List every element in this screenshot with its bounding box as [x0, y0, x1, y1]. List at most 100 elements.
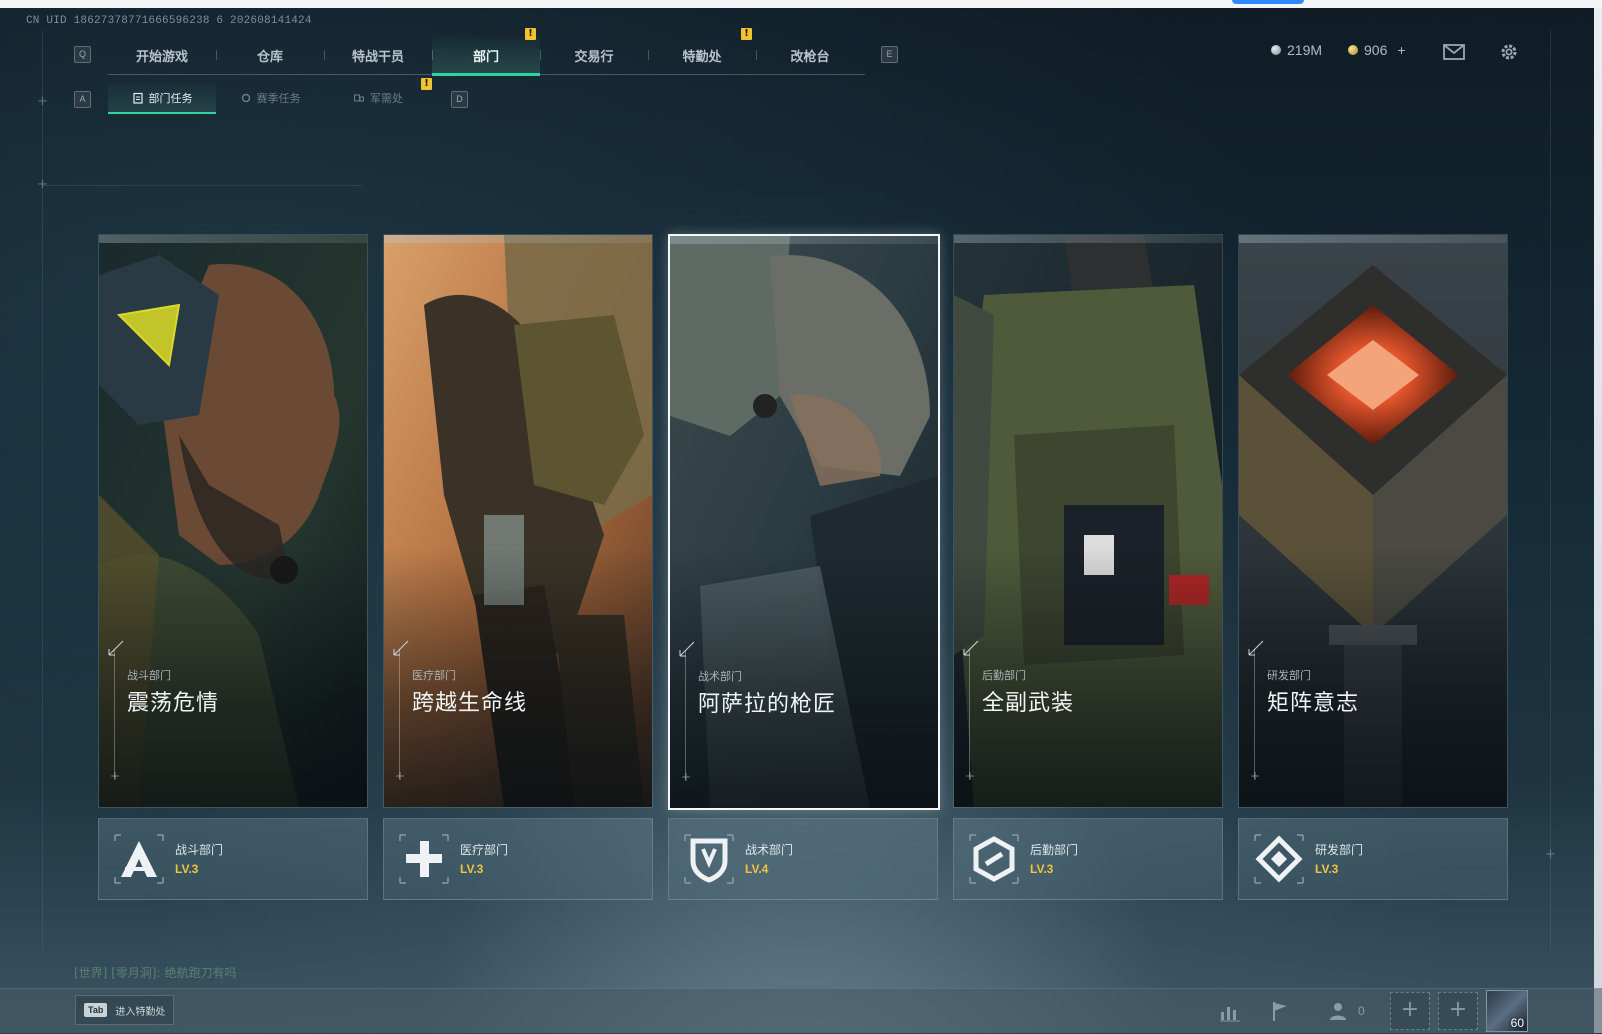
flag-icon[interactable] [1268, 999, 1292, 1023]
card-title: 阿萨拉的枪匠 [698, 692, 837, 717]
expand-icon [1248, 640, 1264, 656]
tab-operators[interactable]: 特战干员 [324, 36, 432, 74]
dept-level: LV.3 [1030, 862, 1054, 876]
card-title: 跨越生命线 [412, 691, 528, 716]
mail-icon[interactable] [1443, 41, 1465, 63]
supply-icon [354, 94, 364, 102]
party-slot-2[interactable]: + [1438, 992, 1478, 1030]
dept-level-tactical[interactable]: 战术部门 LV.4 [668, 818, 938, 900]
tab-trading[interactable]: 交易行 [540, 36, 648, 74]
tab-departments[interactable]: 部门 ! [432, 28, 540, 76]
subtab-season-tasks-label: 赛季任务 [256, 92, 301, 105]
world-chat-line[interactable]: [世界] [零月洞]: 绝航跑刀有吗 [74, 964, 236, 981]
window-right-edge [1594, 8, 1602, 1033]
tab-warehouse[interactable]: 仓库 [216, 36, 324, 74]
subtab-season-tasks[interactable]: 赛季任务 [216, 82, 324, 114]
card-header-strip [954, 235, 1222, 243]
tab-gunsmith[interactable]: 改枪台 [756, 36, 864, 74]
deco-cross: + [37, 94, 48, 109]
gold-amount: 906 [1364, 42, 1388, 58]
card-category: 战斗部门 [127, 669, 171, 682]
dept-level-combat[interactable]: 战斗部门 LV.3 [98, 818, 368, 900]
card-title: 全副武装 [982, 691, 1075, 716]
card-vline [969, 649, 970, 779]
party-slot-1[interactable]: + [1390, 992, 1430, 1030]
deco-line-right [1550, 30, 1551, 950]
dept-name: 战术部门 [745, 843, 794, 857]
uid-label: CN UID 18627378771666596238 6 2026081414… [26, 15, 312, 27]
dept-level-medical[interactable]: 医疗部门 LV.3 [383, 818, 653, 900]
dept-level: LV.4 [745, 862, 769, 876]
dept-level-logistics[interactable]: 后勤部门 LV.3 [953, 818, 1223, 900]
party-button[interactable]: 0 [1328, 999, 1365, 1023]
clipboard-icon [132, 92, 143, 104]
avatar-level: 60 [1510, 1016, 1524, 1030]
silver-coin-icon [1271, 45, 1281, 55]
dept-level: LV.3 [175, 862, 199, 876]
next-tab-key[interactable]: E [881, 46, 898, 63]
tab-departments-label: 部门 [472, 49, 499, 65]
card-header-strip [1239, 235, 1507, 243]
chat-channel: [世界] [74, 966, 108, 980]
dept-card-medical[interactable]: 医疗部门 跨越生命线 + [383, 234, 653, 808]
user-icon [1330, 1003, 1346, 1020]
card-category: 医疗部门 [412, 669, 456, 682]
avatar[interactable]: 60 [1486, 990, 1528, 1032]
tab-special-ops[interactable]: 特勤处 ! [648, 28, 756, 74]
silver-amount: 219M [1287, 42, 1323, 58]
gold-coin-icon [1348, 45, 1358, 55]
card-vline [685, 650, 686, 780]
dept-name: 战斗部门 [175, 843, 224, 857]
add-currency-button[interactable]: + [1397, 42, 1405, 58]
deco-line-left [42, 30, 43, 950]
subtab-quartermaster-label: 军需处 [370, 92, 403, 105]
tactical-dept-icon [684, 834, 734, 884]
dept-level-research[interactable]: 研发部门 LV.3 [1238, 818, 1508, 900]
card-vline [399, 649, 400, 779]
next-subtab-key[interactable]: D [451, 91, 468, 108]
dept-card-combat[interactable]: 战斗部门 震荡危情 + [98, 234, 368, 808]
sub-tab-bar: 部门任务 赛季任务 军需处 ! [108, 78, 436, 114]
alert-icon: ! [525, 28, 536, 40]
tab-hint-text: 进入特勤处 [115, 1006, 166, 1018]
gold-currency[interactable]: 906 + [1348, 42, 1406, 58]
enter-special-ops-hint[interactable]: Tab 进入特勤处 [75, 995, 175, 1025]
card-header-strip [670, 236, 938, 244]
silver-currency[interactable]: 219M [1271, 42, 1322, 58]
research-dept-icon [1254, 834, 1304, 884]
subtab-quartermaster[interactable]: 军需处 ! [324, 78, 432, 114]
card-plus-mark: + [110, 769, 121, 783]
tab-special-ops-label: 特勤处 [682, 49, 722, 65]
card-plus-mark: + [965, 769, 976, 783]
subtab-dept-tasks[interactable]: 部门任务 [108, 82, 216, 114]
tab-start-game[interactable]: 开始游戏 [108, 36, 216, 74]
tab-key: Tab [84, 1003, 108, 1017]
prev-subtab-key[interactable]: A [74, 91, 91, 108]
dept-name: 医疗部门 [460, 843, 509, 857]
party-count: 0 [1358, 1004, 1365, 1018]
card-category: 后勤部门 [982, 669, 1026, 682]
subtab-dept-tasks-label: 部门任务 [148, 92, 193, 105]
main-tab-bar: 开始游戏 仓库 特战干员 部门 ! 交易行 特勤处 ! 改枪台 [108, 28, 865, 76]
expand-icon [963, 640, 979, 656]
alert-icon: ! [421, 78, 432, 90]
prev-tab-key[interactable]: Q [74, 46, 91, 63]
medical-dept-icon [399, 834, 449, 884]
deco-cross: + [1545, 847, 1556, 862]
dept-name: 后勤部门 [1030, 843, 1079, 857]
chat-message: 绝航跑刀有吗 [164, 966, 237, 980]
card-title: 矩阵意志 [1267, 691, 1360, 716]
dept-card-logistics[interactable]: 后勤部门 全副武装 + [953, 234, 1223, 808]
card-plus-mark: + [681, 770, 692, 784]
dept-level: LV.3 [460, 862, 484, 876]
expand-icon [393, 640, 409, 656]
dept-card-research[interactable]: 研发部门 矩阵意志 + [1238, 234, 1508, 808]
stats-icon[interactable] [1218, 999, 1242, 1023]
combat-dept-icon [114, 834, 164, 884]
card-vline [1254, 649, 1255, 779]
card-vline [114, 649, 115, 779]
settings-gear-icon[interactable] [1498, 41, 1520, 63]
expand-icon [679, 641, 695, 657]
dept-card-tactical[interactable]: 战术部门 阿萨拉的枪匠 + [668, 234, 940, 810]
card-category: 研发部门 [1267, 669, 1311, 682]
